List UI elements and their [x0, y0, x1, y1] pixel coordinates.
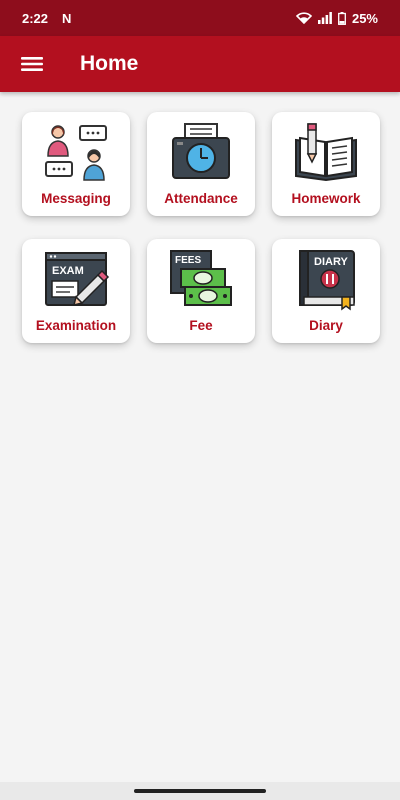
- signal-icon: [317, 12, 332, 24]
- status-time: 2:22: [22, 10, 49, 26]
- notification-icon: N: [62, 10, 72, 26]
- fee-tile[interactable]: FEES Fee: [147, 239, 255, 343]
- homework-tile[interactable]: Homework: [272, 112, 380, 216]
- fee-label: Fee: [189, 318, 213, 333]
- exam-icon-text: EXAM: [52, 265, 84, 277]
- diary-label: Diary: [309, 318, 343, 333]
- app-bar: Home: [0, 36, 400, 92]
- messaging-label: Messaging: [41, 191, 111, 206]
- wifi-icon: [295, 12, 312, 24]
- diary-icon-text: DIARY: [314, 256, 348, 268]
- home-gesture-handle[interactable]: [134, 789, 266, 793]
- attendance-label: Attendance: [164, 191, 238, 206]
- battery-icon: [338, 11, 346, 25]
- page-title: Home: [80, 52, 139, 75]
- diary-tile[interactable]: DIARY Diary: [272, 239, 380, 343]
- examination-label: Examination: [35, 318, 117, 333]
- hamburger-menu-icon: [21, 57, 43, 71]
- messaging-tile[interactable]: Messaging: [22, 112, 130, 216]
- battery-percent: 25%: [351, 10, 378, 26]
- examination-tile[interactable]: EXAM Examination: [22, 239, 130, 343]
- fee-icon: FEES: [167, 247, 235, 311]
- status-bar: 2:22 N 25%: [0, 0, 400, 36]
- attendance-icon: [167, 120, 235, 184]
- homework-label: Homework: [291, 191, 361, 206]
- messaging-icon: [42, 120, 110, 184]
- homework-icon: [292, 120, 360, 184]
- system-nav-bar: [0, 782, 400, 800]
- module-grid: Messaging Attendance Homework EXAM Exami…: [22, 112, 380, 343]
- examination-icon: EXAM: [42, 247, 110, 311]
- menu-button[interactable]: [0, 36, 64, 92]
- diary-icon: DIARY: [292, 247, 360, 311]
- attendance-tile[interactable]: Attendance: [147, 112, 255, 216]
- fees-icon-text: FEES: [175, 255, 201, 266]
